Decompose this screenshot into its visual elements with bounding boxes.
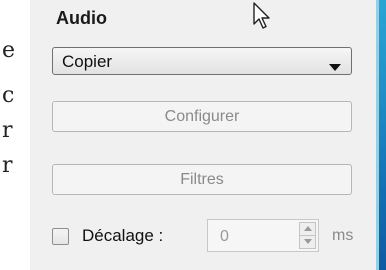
configure-button[interactable]: Configurer (52, 101, 352, 132)
offset-value: 0 (220, 228, 229, 245)
spin-up-icon (304, 226, 312, 231)
background-text-letter: e (2, 38, 16, 63)
offset-spinbox[interactable]: 0 (207, 219, 319, 252)
background-text-letter: r (2, 153, 13, 178)
spin-down-icon (304, 239, 312, 244)
offset-unit-label: ms (332, 227, 354, 244)
audio-mode-value: Copier (62, 52, 113, 71)
background-document-strip: e c r r (0, 0, 30, 270)
window-edge-accent (376, 0, 386, 270)
audio-section-title: Audio (56, 8, 107, 28)
spin-down-button[interactable] (299, 236, 316, 249)
spin-up-button[interactable] (299, 222, 316, 236)
offset-checkbox[interactable] (52, 228, 69, 245)
mouse-cursor-icon (252, 2, 272, 35)
filters-button[interactable]: Filtres (52, 164, 352, 195)
audio-mode-select[interactable]: Copier (52, 47, 352, 75)
offset-label: Décalage : (82, 226, 164, 245)
background-text-letter: r (2, 118, 13, 143)
dropdown-arrow-icon (329, 58, 341, 76)
audio-settings-panel: Audio Copier Configurer Filtres Décalage… (30, 0, 376, 270)
background-text-letter: c (2, 83, 15, 108)
